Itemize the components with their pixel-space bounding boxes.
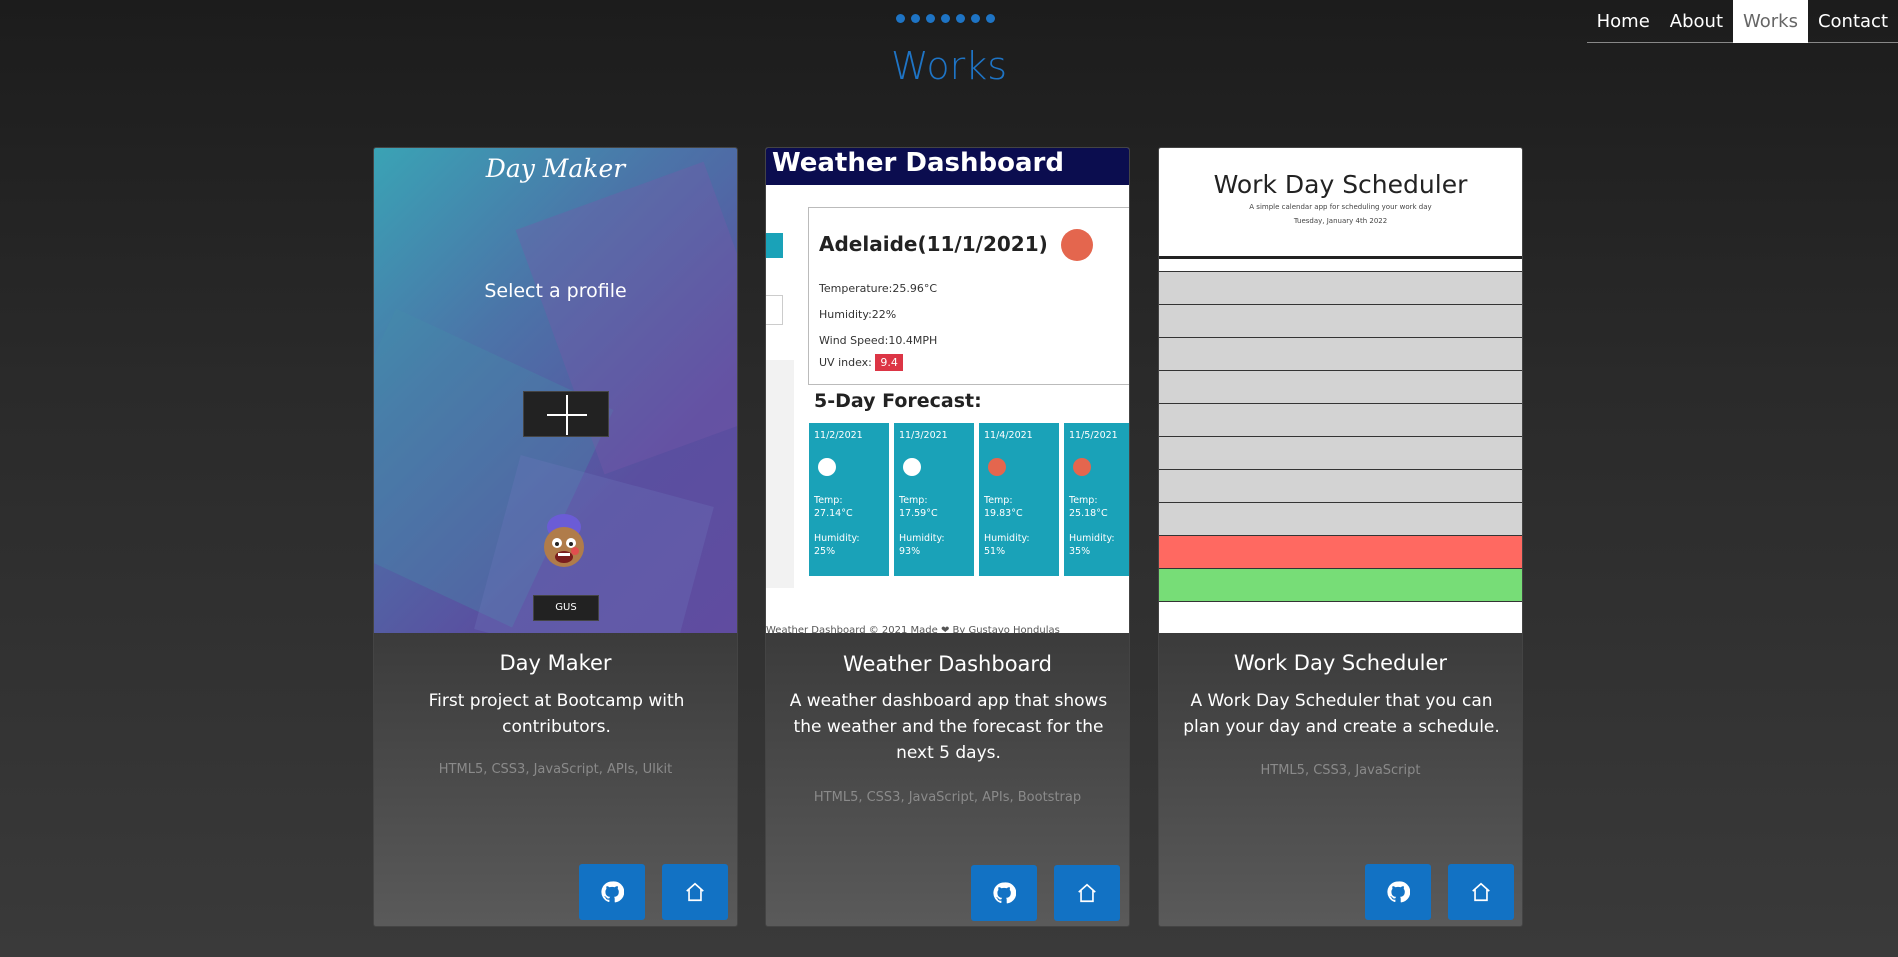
card-title: Day Maker bbox=[499, 651, 612, 675]
forecast-title: 5-Day Forecast: bbox=[814, 390, 982, 412]
github-icon bbox=[1387, 881, 1410, 903]
time-block-row bbox=[1159, 337, 1522, 370]
forecast-card: 11/2/2021 Temp: 27.14°C Humidity: 25% bbox=[809, 423, 889, 576]
app-logo: Day Maker bbox=[485, 154, 626, 183]
search-icon bbox=[766, 233, 783, 258]
thumb-date: Tuesday, January 4th 2022 bbox=[1293, 217, 1388, 225]
sun-icon bbox=[1073, 458, 1091, 476]
card-title: Work Day Scheduler bbox=[1233, 651, 1448, 675]
city-date: Adelaide(11/1/2021) bbox=[819, 232, 1048, 256]
temperature: Temperature:25.96°C bbox=[819, 282, 938, 295]
project-card-day-maker: Day Maker Select a profile GUS Day Maker… bbox=[373, 147, 738, 927]
project-card-work-day-scheduler: Work Day Scheduler A simple calendar app… bbox=[1158, 147, 1523, 927]
thumb-subtitle: A simple calendar app for scheduling you… bbox=[1249, 203, 1432, 211]
card-tags: HTML5, CSS3, JavaScript, APIs, Bootstrap bbox=[813, 790, 1082, 805]
nav-contact[interactable]: Contact bbox=[1808, 0, 1898, 43]
cloud-icon bbox=[818, 458, 836, 476]
card-title: Weather Dashboard bbox=[842, 652, 1053, 676]
time-block-row bbox=[1159, 535, 1522, 568]
card-description: A Work Day Scheduler that you can plan y… bbox=[1183, 691, 1500, 737]
card-tags: HTML5, CSS3, JavaScript, APIs, UIkit bbox=[438, 762, 673, 777]
github-icon bbox=[993, 882, 1016, 904]
project-card-weather-dashboard: Weather Dashboard Adelaide(11/1/2021) Te… bbox=[765, 147, 1130, 927]
avatar bbox=[544, 514, 584, 567]
home-icon bbox=[686, 882, 704, 902]
forecast-card: 11/3/2021 Temp: 17.59°C Humidity: 93% bbox=[894, 423, 974, 576]
time-block-row bbox=[1159, 469, 1522, 502]
thumb-title: Work Day Scheduler bbox=[1213, 170, 1468, 199]
time-block-row bbox=[1159, 436, 1522, 469]
time-block-row bbox=[1159, 568, 1522, 601]
thumb-header: Weather Dashboard bbox=[766, 148, 1129, 185]
time-block-row bbox=[1159, 271, 1522, 304]
github-button[interactable] bbox=[579, 864, 645, 920]
uv-index: UV index: 9.4 bbox=[819, 354, 903, 371]
time-block-row bbox=[1159, 403, 1522, 436]
search-input bbox=[766, 295, 783, 325]
home-button[interactable] bbox=[662, 864, 728, 920]
add-profile-icon bbox=[523, 391, 609, 437]
top-nav: Home About Works Contact bbox=[1586, 0, 1898, 43]
nav-works[interactable]: Works bbox=[1733, 0, 1808, 43]
nav-home[interactable]: Home bbox=[1587, 0, 1660, 43]
sun-icon bbox=[988, 458, 1006, 476]
thumb-heading: Select a profile bbox=[484, 280, 627, 302]
time-block-row bbox=[1159, 502, 1522, 535]
profile-name: GUS bbox=[533, 595, 599, 621]
weather-icon bbox=[1061, 229, 1093, 261]
loading-dots bbox=[896, 14, 995, 23]
card-description: A weather dashboard app that shows the w… bbox=[789, 691, 1108, 763]
home-button[interactable] bbox=[1448, 864, 1514, 920]
home-icon bbox=[1078, 883, 1096, 903]
project-thumbnail[interactable]: Weather Dashboard Adelaide(11/1/2021) Te… bbox=[766, 148, 1129, 633]
project-thumbnail[interactable]: Day Maker Select a profile GUS bbox=[374, 148, 737, 633]
github-icon bbox=[601, 881, 624, 903]
thumb-footer: Weather Dashboard © 2021 Made ❤ By Gusta… bbox=[766, 625, 1060, 633]
time-block-row bbox=[1159, 370, 1522, 403]
card-description: First project at Bootcamp with contribut… bbox=[428, 691, 685, 737]
time-block-row bbox=[1159, 304, 1522, 337]
home-button[interactable] bbox=[1054, 865, 1120, 921]
uv-badge: 9.4 bbox=[875, 354, 903, 371]
rain-icon bbox=[903, 458, 921, 476]
time-block-row bbox=[1159, 601, 1522, 633]
home-icon bbox=[1472, 882, 1490, 902]
project-thumbnail[interactable]: Work Day Scheduler A simple calendar app… bbox=[1159, 148, 1522, 633]
github-button[interactable] bbox=[971, 865, 1037, 921]
card-tags: HTML5, CSS3, JavaScript bbox=[1260, 763, 1421, 778]
forecast-card: 11/4/2021 Temp: 19.83°C Humidity: 51% bbox=[979, 423, 1059, 576]
github-button[interactable] bbox=[1365, 864, 1431, 920]
forecast-card: 11/5/2021 Temp: 25.18°C Humidity: 35% bbox=[1064, 423, 1129, 576]
page-title: Works bbox=[890, 44, 1008, 88]
wind-speed: Wind Speed:10.4MPH bbox=[819, 334, 938, 347]
nav-about[interactable]: About bbox=[1660, 0, 1733, 43]
humidity: Humidity:22% bbox=[819, 308, 897, 321]
